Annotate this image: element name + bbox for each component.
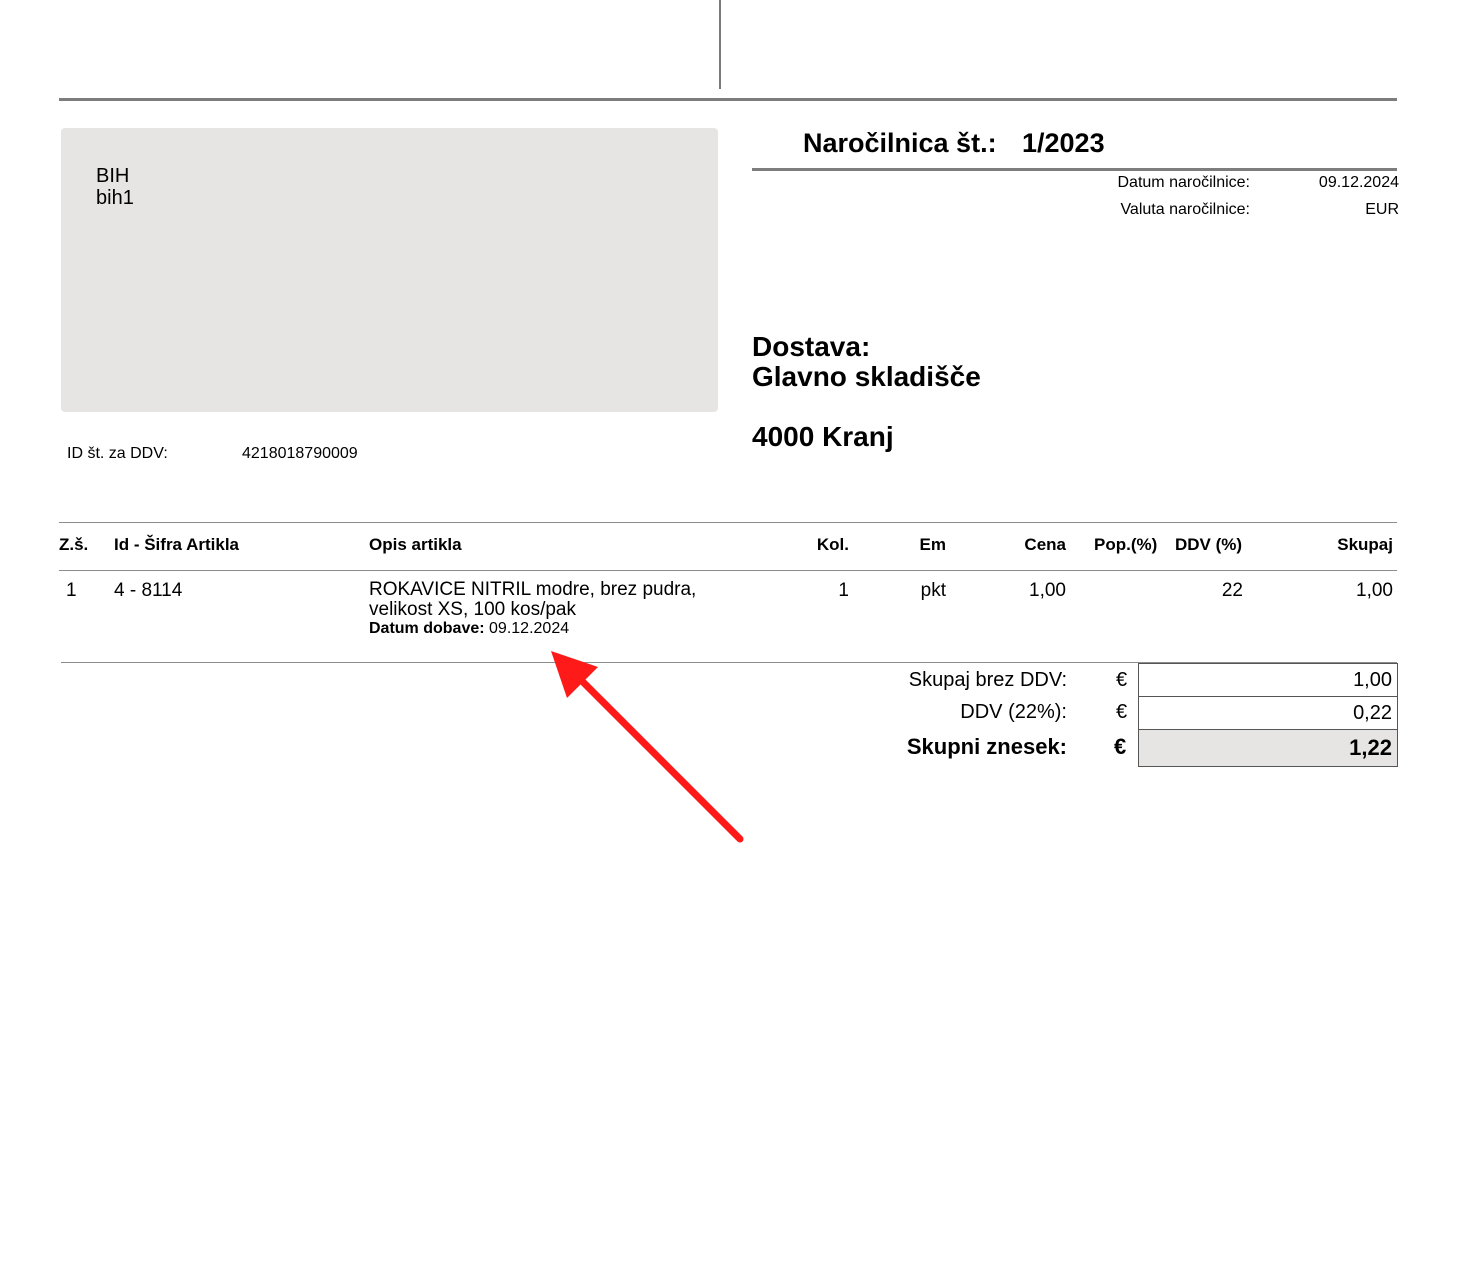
annotation-arrow-shaft	[574, 673, 744, 843]
annotation-arrow-icon	[551, 651, 744, 843]
